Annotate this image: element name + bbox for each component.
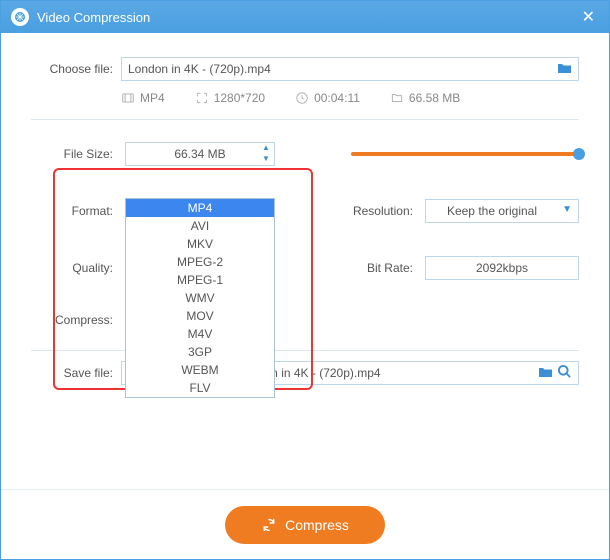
compress-label: Compress: <box>31 313 113 327</box>
content-area: Choose file: London in 4K - (720p).mp4 M… <box>1 33 609 385</box>
video-compression-window: Video Compression ✕ Choose file: London … <box>0 0 610 560</box>
footer: Compress <box>1 489 609 559</box>
format-option[interactable]: MOV <box>126 307 274 325</box>
resolution-select[interactable]: Keep the original ▼ <box>425 199 579 223</box>
meta-duration-value: 00:04:11 <box>314 91 360 105</box>
open-location-icon[interactable] <box>557 364 572 383</box>
bitrate-label: Bit Rate: <box>341 261 413 275</box>
chevron-down-icon: ▼ <box>562 204 572 215</box>
file-meta: MP4 1280*720 00:04:11 66.58 MB <box>121 91 579 105</box>
refresh-icon <box>261 517 277 533</box>
format-label: Format: <box>31 204 113 218</box>
filesize-setting: File Size: 66.34 MB ▲▼ <box>31 134 321 173</box>
titlebar: Video Compression ✕ <box>1 1 609 33</box>
bitrate-value: 2092kbps <box>476 261 528 275</box>
format-option[interactable]: FLV <box>126 379 274 397</box>
window-title: Video Compression <box>37 10 150 25</box>
slider-thumb[interactable] <box>573 148 585 160</box>
browse-folder-icon[interactable] <box>557 61 572 77</box>
close-icon[interactable]: ✕ <box>578 7 599 27</box>
quality-label: Quality: <box>31 261 113 275</box>
bitrate-input[interactable]: 2092kbps <box>425 256 579 280</box>
bitrate-setting: Bit Rate: 2092kbps <box>341 248 579 287</box>
format-option[interactable]: 3GP <box>126 343 274 361</box>
choose-file-label: Choose file: <box>31 62 113 76</box>
meta-container: MP4 <box>121 91 165 105</box>
filesize-value: 66.34 MB <box>174 147 225 161</box>
filesize-slider[interactable] <box>341 134 579 173</box>
compress-button-label: Compress <box>285 517 349 533</box>
format-dropdown-list[interactable]: MP4 AVI MKV MPEG-2 MPEG-1 WMV MOV M4V 3G… <box>125 198 275 398</box>
meta-container-value: MP4 <box>140 91 165 105</box>
choose-file-input[interactable]: London in 4K - (720p).mp4 <box>121 57 579 81</box>
format-option[interactable]: M4V <box>126 325 274 343</box>
format-option[interactable]: WEBM <box>126 361 274 379</box>
app-logo-icon <box>11 8 29 26</box>
filesize-spinner[interactable]: ▲▼ <box>258 143 274 165</box>
format-option[interactable]: MP4 <box>126 199 274 217</box>
save-file-label: Save file: <box>31 366 113 380</box>
meta-size-value: 66.58 MB <box>409 91 460 105</box>
save-file-row: Save file: C:\Users\HP\Videos\London in … <box>31 361 579 385</box>
format-option[interactable]: AVI <box>126 217 274 235</box>
meta-duration: 00:04:11 <box>295 91 360 105</box>
settings-grid: File Size: 66.34 MB ▲▼ Format: MP4 ▼ Res… <box>31 134 579 334</box>
format-option[interactable]: MPEG-1 <box>126 271 274 289</box>
format-option[interactable]: MPEG-2 <box>126 253 274 271</box>
meta-resolution: 1280*720 <box>195 91 265 105</box>
meta-resolution-value: 1280*720 <box>214 91 265 105</box>
save-folder-icon[interactable] <box>538 365 553 381</box>
format-option[interactable]: WMV <box>126 289 274 307</box>
resolution-setting: Resolution: Keep the original ▼ <box>341 191 579 230</box>
filesize-label: File Size: <box>31 147 113 161</box>
filesize-input[interactable]: 66.34 MB ▲▼ <box>125 142 275 166</box>
resolution-value: Keep the original <box>447 204 537 218</box>
meta-size: 66.58 MB <box>390 91 460 105</box>
resolution-label: Resolution: <box>341 204 413 218</box>
choose-file-row: Choose file: London in 4K - (720p).mp4 <box>31 57 579 81</box>
choose-file-value: London in 4K - (720p).mp4 <box>128 62 551 76</box>
compress-button[interactable]: Compress <box>225 506 385 544</box>
format-option[interactable]: MKV <box>126 235 274 253</box>
